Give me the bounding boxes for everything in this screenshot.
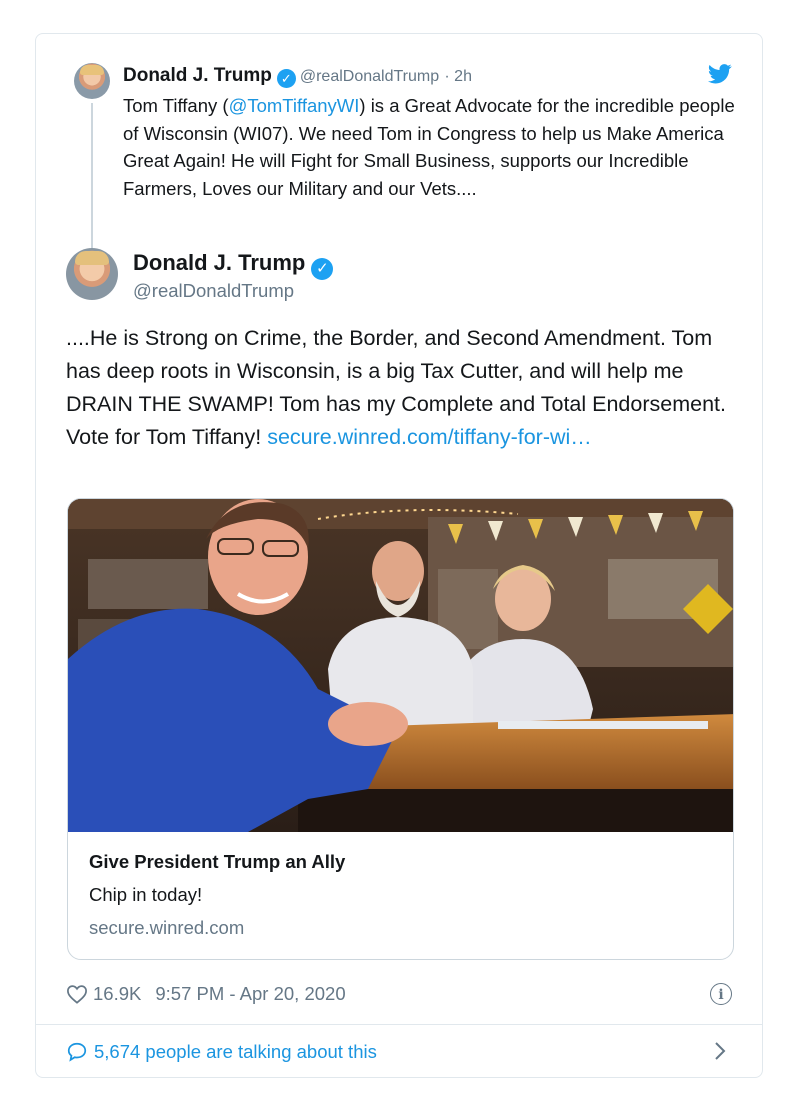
talking-count[interactable]: 5,674 people are talking about this — [94, 1041, 377, 1063]
parent-author-name[interactable]: Donald J. Trump — [123, 65, 272, 86]
main-avatar[interactable] — [66, 248, 118, 300]
parent-tweet-header: Donald J. Trump ✓ @realDonaldTrump · 2h — [123, 64, 472, 89]
verified-badge-icon: ✓ — [276, 69, 296, 88]
parent-author-handle[interactable]: @realDonaldTrump — [300, 68, 439, 85]
chevron-right-icon[interactable] — [713, 1040, 727, 1062]
main-author-name-row[interactable]: Donald J. Trump ✓ — [133, 250, 337, 280]
footer-divider — [36, 1024, 762, 1025]
info-icon[interactable]: i — [710, 983, 732, 1005]
link-preview-card[interactable]: Give President Trump an Ally Chip in tod… — [67, 498, 734, 960]
parent-tweet-text: Tom Tiffany (@TomTiffanyWI) is a Great A… — [123, 92, 743, 202]
card-description: Chip in today! — [89, 884, 203, 905]
conversation-link[interactable]: 5,674 people are talking about this — [66, 1041, 377, 1063]
embedded-tweet-card: Donald J. Trump ✓ @realDonaldTrump · 2h To… — [35, 33, 763, 1078]
main-author-handle[interactable]: @realDonaldTrump — [133, 280, 294, 302]
main-author-name[interactable]: Donald J. Trump — [133, 250, 305, 275]
verified-badge-icon: ✓ — [311, 258, 334, 280]
like-count[interactable]: 16.9K — [93, 983, 141, 1005]
heart-icon[interactable] — [66, 984, 88, 1004]
card-domain[interactable]: secure.winred.com — [89, 917, 244, 939]
parent-text-part: Tom Tiffany ( — [123, 95, 229, 116]
card-title[interactable]: Give President Trump an Ally — [89, 851, 345, 873]
parent-avatar[interactable] — [74, 63, 110, 99]
main-tweet-text: ....He is Strong on Crime, the Border, a… — [66, 322, 736, 454]
mention-link[interactable]: @TomTiffanyWI — [229, 95, 360, 116]
card-photo — [68, 499, 733, 832]
tweet-timestamp[interactable]: 9:57 PM - Apr 20, 2020 — [155, 983, 345, 1005]
card-photo-illustration — [68, 499, 733, 832]
twitter-bird-icon[interactable] — [708, 64, 732, 84]
speech-bubble-icon — [67, 1042, 87, 1062]
tweet-link[interactable]: secure.winred.com/tiffany-for-wi… — [267, 425, 592, 449]
tweet-meta: 16.9K 9:57 PM - Apr 20, 2020 — [66, 983, 346, 1005]
parent-tweet-time[interactable]: · 2h — [444, 68, 472, 85]
